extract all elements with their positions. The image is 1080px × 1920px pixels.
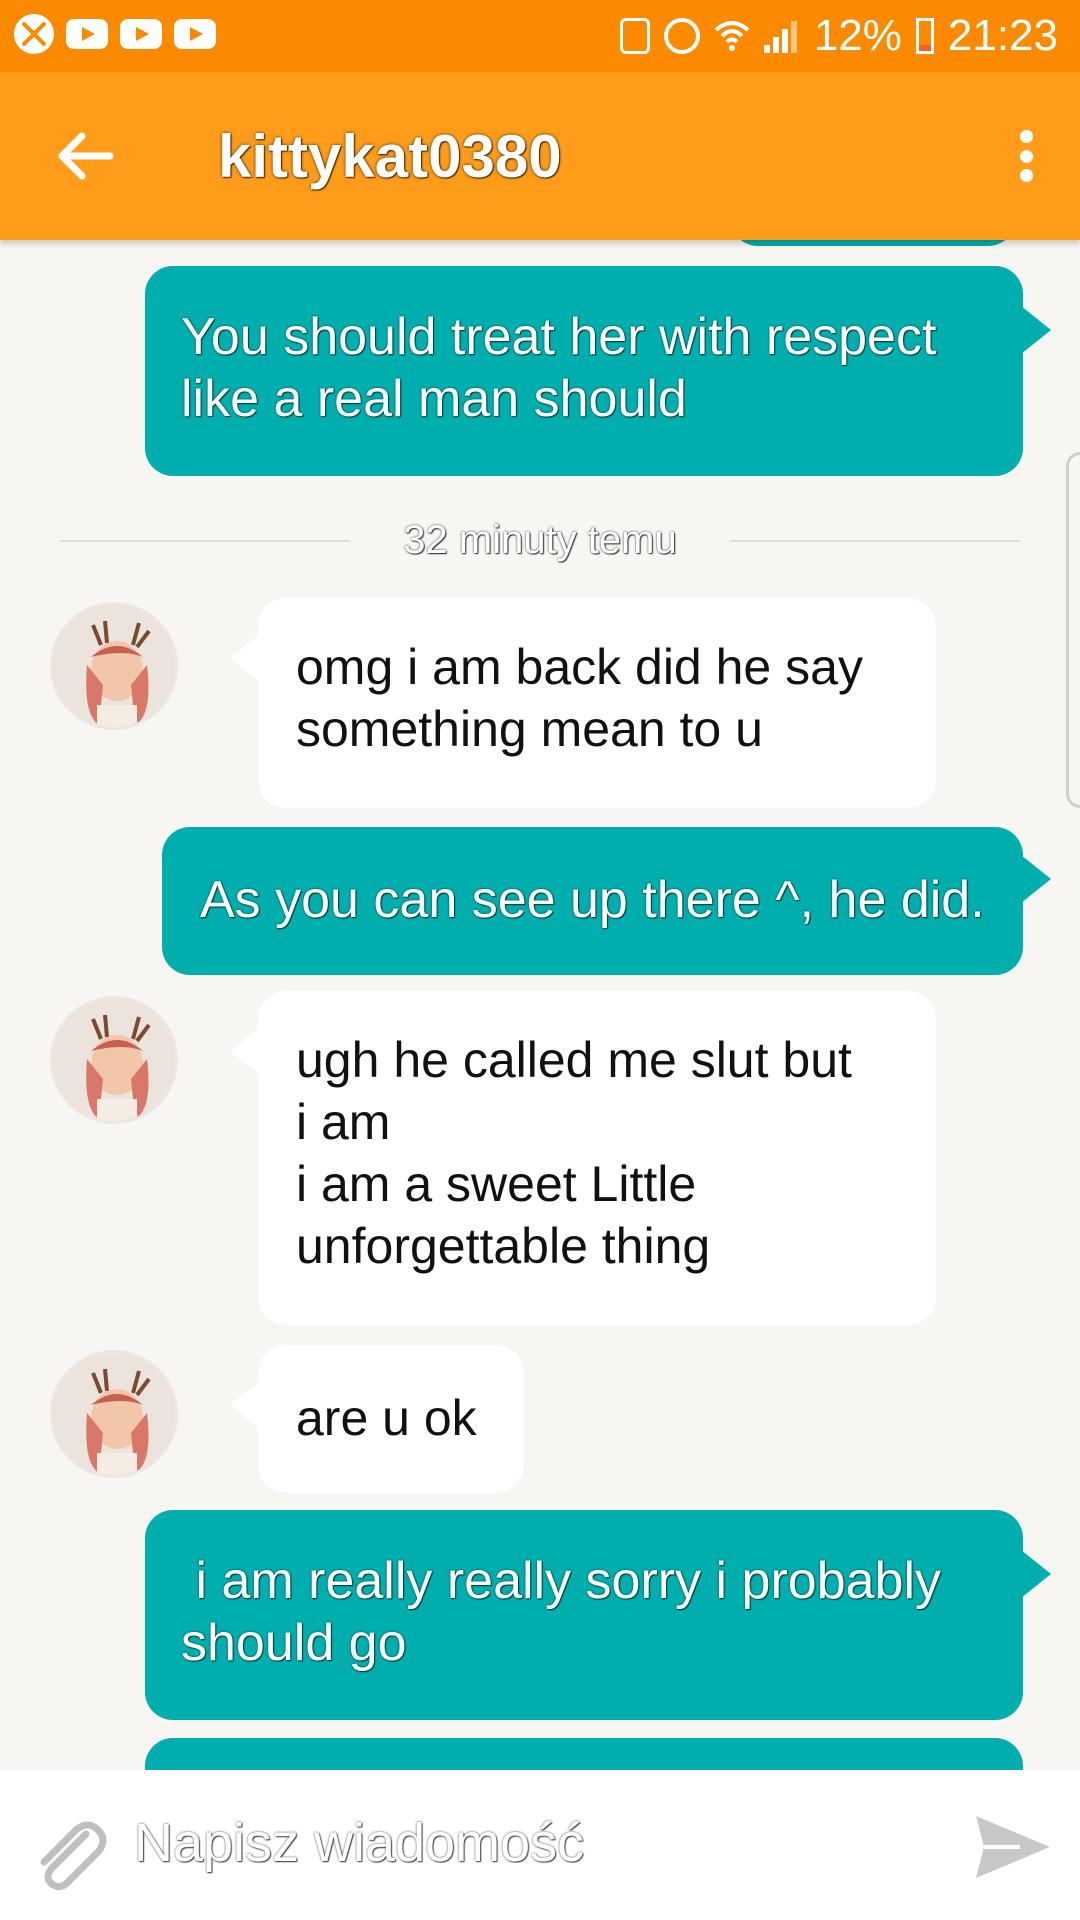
message-text: ugh he called me slut but i am i am a sw… xyxy=(296,1032,852,1274)
send-button[interactable] xyxy=(970,1804,1056,1890)
message-list[interactable]: You should treat her with respect like a… xyxy=(0,240,1080,1770)
message-bubble-outgoing: i am really really sorry i probably shou… xyxy=(145,1510,1051,1720)
battery-icon xyxy=(915,18,934,54)
message-bubble-outgoing: You should treat her with respect like a… xyxy=(145,266,1051,476)
message-text: are u ok xyxy=(296,1390,477,1446)
bubble-tail xyxy=(1021,1550,1051,1598)
message-bubble-incoming: are u ok xyxy=(230,1345,524,1493)
back-button[interactable] xyxy=(48,120,120,192)
xbox-icon xyxy=(14,14,54,54)
more-vert-icon xyxy=(1019,130,1033,143)
message-input[interactable] xyxy=(130,1800,930,1890)
bubble-tail xyxy=(1021,306,1051,354)
avatar[interactable] xyxy=(50,1350,178,1478)
message-bubble-outgoing-partial xyxy=(730,240,1016,246)
wifi-icon xyxy=(714,21,750,51)
youtube-icon xyxy=(66,19,108,49)
arrow-left-icon xyxy=(58,132,114,180)
youtube-icon xyxy=(174,19,216,49)
timestamp-divider: 32 minuty temu xyxy=(60,510,1020,570)
scrollbar-handle[interactable] xyxy=(1066,452,1080,808)
message-bubble-outgoing-partial xyxy=(145,1738,1023,1770)
deer-girl-avatar-icon xyxy=(53,999,175,1121)
app-bar: kittykat0380 xyxy=(0,72,1080,240)
notification-icons xyxy=(14,14,216,54)
clock: 21:23 xyxy=(947,11,1058,60)
chat-title: kittykat0380 xyxy=(218,123,562,190)
status-bar: 12% 21:23 xyxy=(0,0,1080,72)
timestamp: 32 minuty temu xyxy=(403,518,677,562)
deer-girl-avatar-icon xyxy=(53,605,175,727)
message-text: omg i am back did he say something mean … xyxy=(296,639,863,757)
avatar[interactable] xyxy=(50,996,178,1124)
battery-percent: 12% xyxy=(813,11,902,60)
chat-screen: 12% 21:23 kittykat0380 You should treat … xyxy=(0,0,1080,1920)
message-text: i am really really sorry i probably shou… xyxy=(181,1552,942,1672)
avatar[interactable] xyxy=(50,602,178,730)
signal-icon xyxy=(763,19,800,53)
bubble-tail xyxy=(230,1381,260,1429)
attach-button[interactable] xyxy=(22,1812,112,1902)
deer-girl-avatar-icon xyxy=(53,1353,175,1475)
message-text: You should treat her with respect like a… xyxy=(181,308,937,428)
message-bubble-incoming: ugh he called me slut but i am i am a sw… xyxy=(230,991,936,1325)
paperclip-icon xyxy=(40,1821,107,1891)
message-text: As you can see up there ^, he did. xyxy=(200,871,985,929)
youtube-icon xyxy=(120,19,162,49)
system-icons: 12% 21:23 xyxy=(619,8,1058,64)
compose-bar: Napisz wiadomość xyxy=(0,1770,1080,1920)
battery-saver-icon xyxy=(619,18,650,54)
bubble-tail xyxy=(230,1027,260,1075)
bubble-tail xyxy=(1021,855,1051,903)
message-bubble-outgoing: As you can see up there ^, he did. xyxy=(162,827,1051,975)
message-bubble-incoming: omg i am back did he say something mean … xyxy=(230,598,936,808)
send-icon xyxy=(976,1816,1050,1878)
more-options-button[interactable] xyxy=(1008,118,1044,194)
alarm-icon xyxy=(663,18,700,54)
bubble-tail xyxy=(230,634,260,682)
